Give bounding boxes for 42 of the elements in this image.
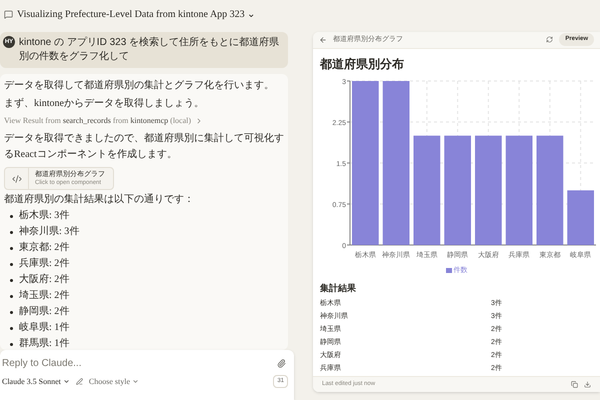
assistant-paragraph: データを取得できましたので、都道府県別に集計して可視化するReactコンポーネントを作成します。 [4, 132, 284, 162]
assistant-paragraph: データを取得して都道府県別の集計とグラフ化を行います。 [4, 79, 275, 93]
list-item: 栃木県: 3件 [19, 210, 70, 222]
tool-result-link[interactable]: View Result from search_records from kintonemcp (local) [4, 115, 192, 127]
conversation-title[interactable]: Visualizing Prefecture-Level Data from kintone App 323 ⌄ [17, 6, 256, 22]
style-icon [76, 378, 83, 385]
bullet-icon [10, 278, 13, 282]
assistant-paragraph: まず、kintoneからデータを取得しましょう。 [4, 97, 205, 111]
list-item: 岐阜県: 1件 [19, 322, 70, 334]
list-item: 神奈川県: 3件 [19, 226, 80, 238]
chart-heading: 都道府県別分布 [320, 56, 405, 72]
bullet-icon [10, 310, 13, 314]
reply-input[interactable]: Reply to Claude... [2, 356, 202, 371]
legend-swatch-icon [446, 268, 452, 274]
bullet-icon [10, 214, 13, 218]
bullet-icon [10, 262, 13, 266]
bullet-icon [10, 230, 13, 234]
table-heading: 集計結果 [320, 282, 357, 295]
list-item: 埼玉県: 2件 [19, 290, 70, 302]
style-selector[interactable]: Choose style [88, 376, 139, 388]
chevron-down-icon [62, 378, 70, 385]
download-icon[interactable] [584, 380, 591, 388]
list-item: 静岡県: 2件 [19, 306, 70, 318]
list-item: 大阪府: 2件 [19, 274, 70, 286]
refresh-icon[interactable] [546, 36, 554, 44]
bullet-icon [10, 246, 13, 250]
list-item: 東京都: 2件 [19, 242, 70, 254]
copy-icon[interactable] [571, 380, 578, 388]
chart-bar [567, 190, 594, 244]
chat-icon [4, 10, 13, 18]
back-arrow-icon[interactable] [319, 36, 327, 44]
assistant-paragraph: 都道府県別の集計結果は以下の通りです： [4, 194, 195, 206]
list-item: 群馬県: 1件 [19, 338, 70, 350]
bullet-icon [10, 342, 13, 346]
code-icon [12, 174, 22, 184]
model-selector[interactable]: Claude 3.5 Sonnet [2, 376, 70, 388]
user-message: kintone の アプリID 323 を検索して住所をもとに都道府県別の件数をグラフ化して [19, 36, 280, 64]
chevron-down-icon [132, 378, 139, 385]
paperclip-icon[interactable] [277, 359, 286, 368]
bullet-icon [10, 294, 13, 298]
bullet-icon [10, 326, 13, 330]
list-item: 兵庫県: 2件 [19, 258, 70, 270]
